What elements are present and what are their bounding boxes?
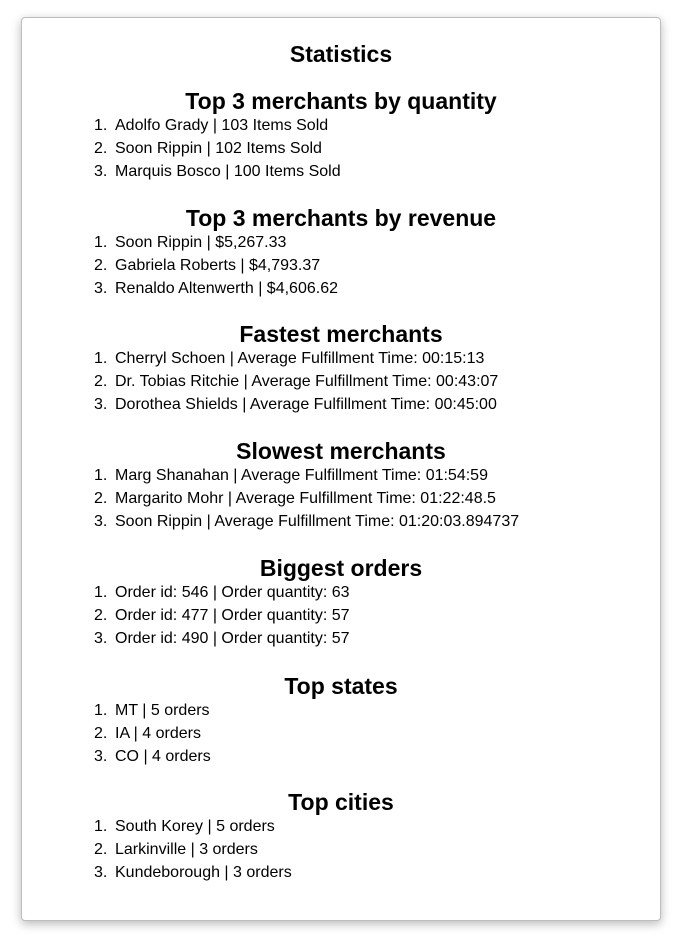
list-item: 3. Soon Rippin | Average Fulfillment Time… bbox=[22, 510, 660, 533]
list-item: 1. Adolfo Grady | 103 Items Sold bbox=[22, 114, 660, 137]
list-number: 3. bbox=[94, 280, 108, 297]
list-item: 2. Soon Rippin | 102 Items Sold bbox=[22, 137, 660, 160]
list-number: 3. bbox=[94, 864, 108, 881]
section-top-merchants-revenue: Top 3 merchants by revenue 1. Soon Rippin… bbox=[22, 205, 660, 300]
list-item-text: MT | 5 orders bbox=[115, 702, 210, 719]
list-item: 1. South Korey | 5 orders bbox=[22, 815, 660, 838]
list-item: 2. Margarito Mohr | Average Fulfillment T… bbox=[22, 487, 660, 510]
section-top-cities: Top cities 1. South Korey | 5 orders 2. La… bbox=[22, 789, 660, 884]
list-number: 3. bbox=[94, 748, 108, 765]
list-item-text: IA | 4 orders bbox=[115, 725, 201, 742]
list-number: 1. bbox=[94, 350, 108, 367]
list-item: 3. Kundeborough | 3 orders bbox=[22, 861, 660, 884]
list-number: 2. bbox=[94, 490, 108, 507]
list-item-text: Marquis Bosco | 100 Items Sold bbox=[115, 163, 341, 180]
list-number: 2. bbox=[94, 257, 108, 274]
list-number: 1. bbox=[94, 117, 108, 134]
list-item-text: Margarito Mohr | Average Fulfillment Tim… bbox=[115, 490, 496, 507]
list-item: 3. Marquis Bosco | 100 Items Sold bbox=[22, 160, 660, 183]
list-item-text: Order id: 477 | Order quantity: 57 bbox=[115, 607, 350, 624]
list-item: 3. CO | 4 orders bbox=[22, 745, 660, 768]
page-title: Statistics bbox=[289, 41, 393, 67]
list-item: 1. Marg Shanahan | Average Fulfillment Ti… bbox=[22, 464, 660, 487]
section-heading: Top cities bbox=[288, 789, 394, 815]
section-slowest-merchants: Slowest merchants 1. Marg Shanahan | Aver… bbox=[22, 438, 660, 533]
list-item: 2. Order id: 477 | Order quantity: 57 bbox=[22, 604, 660, 627]
ranked-list: 1. Order id: 546 | Order quantity: 63 2. O… bbox=[22, 581, 660, 650]
list-number: 3. bbox=[94, 163, 108, 180]
list-item-text: CO | 4 orders bbox=[115, 748, 211, 765]
list-item-text: Renaldo Altenwerth | $4,606.62 bbox=[115, 280, 338, 297]
list-item-text: Gabriela Roberts | $4,793.37 bbox=[115, 257, 321, 274]
list-number: 1. bbox=[94, 234, 108, 251]
list-number: 1. bbox=[94, 818, 108, 835]
list-item: 3. Dorothea Shields | Average Fulfillment… bbox=[22, 393, 660, 416]
list-number: 1. bbox=[94, 702, 108, 719]
list-item: 2. Gabriela Roberts | $4,793.37 bbox=[22, 254, 660, 277]
list-item: 3. Order id: 490 | Order quantity: 57 bbox=[22, 627, 660, 650]
section-heading: Top 3 merchants by revenue bbox=[185, 205, 497, 231]
section-heading: Slowest merchants bbox=[236, 438, 446, 464]
list-number: 3. bbox=[94, 396, 108, 413]
list-item-text: Dorothea Shields | Average Fulfillment T… bbox=[115, 396, 497, 413]
list-item-text: Dr. Tobias Ritchie | Average Fulfillment… bbox=[115, 373, 499, 390]
list-number: 2. bbox=[94, 725, 108, 742]
list-item: 1. Soon Rippin | $5,267.33 bbox=[22, 231, 660, 254]
list-item: 3. Renaldo Altenwerth | $4,606.62 bbox=[22, 277, 660, 300]
ranked-list: 1. Soon Rippin | $5,267.33 2. Gabriela Rob… bbox=[22, 231, 660, 300]
ranked-list: 1. Marg Shanahan | Average Fulfillment Ti… bbox=[22, 464, 660, 533]
list-item: 1. Cherryl Schoen | Average Fulfillment T… bbox=[22, 347, 660, 370]
list-item: 1. MT | 5 orders bbox=[22, 699, 660, 722]
ranked-list: 1. Adolfo Grady | 103 Items Sold 2. Soon R… bbox=[22, 114, 660, 183]
list-item: 2. Larkinville | 3 orders bbox=[22, 838, 660, 861]
list-number: 3. bbox=[94, 630, 108, 647]
section-heading: Biggest orders bbox=[259, 555, 423, 581]
list-item-text: South Korey | 5 orders bbox=[115, 818, 275, 835]
statistics-card: Statistics Top 3 merchants by quantity 1… bbox=[21, 17, 661, 921]
list-item-text: Kundeborough | 3 orders bbox=[115, 864, 292, 881]
list-item-text: Marg Shanahan | Average Fulfillment Time… bbox=[115, 467, 488, 484]
list-number: 1. bbox=[94, 584, 108, 601]
section-top-merchants-quantity: Top 3 merchants by quantity 1. Adolfo Gra… bbox=[22, 88, 660, 183]
list-item-text: Soon Rippin | Average Fulfillment Time: … bbox=[115, 513, 520, 530]
section-heading: Top 3 merchants by quantity bbox=[185, 88, 497, 114]
list-item: 2. IA | 4 orders bbox=[22, 722, 660, 745]
ranked-list: 1. MT | 5 orders 2. IA | 4 orders 3. CO | 4… bbox=[22, 699, 660, 768]
section-heading: Top states bbox=[284, 673, 398, 699]
list-item-text: Soon Rippin | 102 Items Sold bbox=[115, 140, 322, 157]
section-biggest-orders: Biggest orders 1. Order id: 546 | Order q… bbox=[22, 555, 660, 650]
section-fastest-merchants: Fastest merchants 1. Cherryl Schoen | Ave… bbox=[22, 321, 660, 416]
list-number: 2. bbox=[94, 607, 108, 624]
list-number: 2. bbox=[94, 140, 108, 157]
list-item: 2. Dr. Tobias Ritchie | Average Fulfillme… bbox=[22, 370, 660, 393]
list-number: 2. bbox=[94, 373, 108, 390]
list-number: 1. bbox=[94, 467, 108, 484]
list-number: 3. bbox=[94, 513, 108, 530]
list-item: 1. Order id: 546 | Order quantity: 63 bbox=[22, 581, 660, 604]
list-number: 2. bbox=[94, 841, 108, 858]
list-item-text: Order id: 546 | Order quantity: 63 bbox=[115, 584, 350, 601]
list-item-text: Cherryl Schoen | Average Fulfillment Tim… bbox=[115, 350, 485, 367]
ranked-list: 1. Cherryl Schoen | Average Fulfillment T… bbox=[22, 347, 660, 416]
section-heading: Fastest merchants bbox=[239, 321, 443, 347]
list-item-text: Larkinville | 3 orders bbox=[115, 841, 258, 858]
section-top-states: Top states 1. MT | 5 orders 2. IA | 4 orde… bbox=[22, 673, 660, 768]
list-item-text: Soon Rippin | $5,267.33 bbox=[115, 234, 287, 251]
ranked-list: 1. South Korey | 5 orders 2. Larkinville |… bbox=[22, 815, 660, 884]
list-item-text: Order id: 490 | Order quantity: 57 bbox=[115, 630, 350, 647]
list-item-text: Adolfo Grady | 103 Items Sold bbox=[115, 117, 329, 134]
